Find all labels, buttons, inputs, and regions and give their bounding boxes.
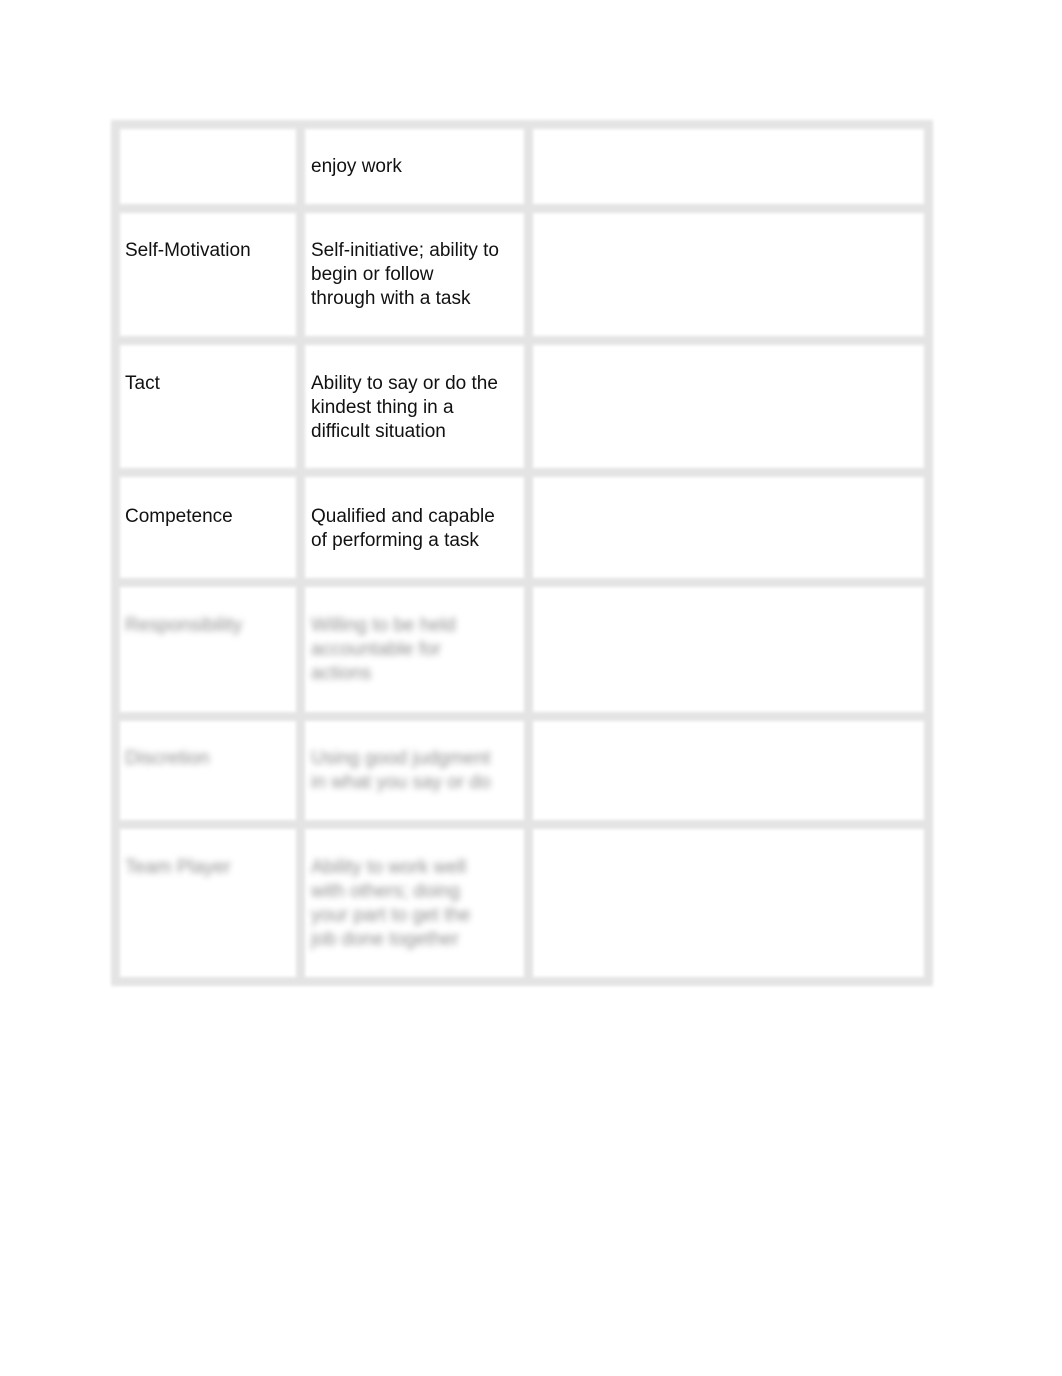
definition-cell: enjoy work xyxy=(311,156,402,177)
definition-cell: Qualified and capable of performing a ta… xyxy=(311,506,495,551)
trait-cell: Responsibility xyxy=(125,615,243,636)
definition-cell: Willing to be held accountable for actio… xyxy=(311,615,456,684)
document-page: enjoy work Self-Motivation Self-initiati… xyxy=(0,0,1062,1376)
trait-cell: Team Player xyxy=(125,857,231,878)
traits-table: enjoy work Self-Motivation Self-initiati… xyxy=(111,120,933,986)
definition-cell: Ability to say or do the kindest thing i… xyxy=(311,373,498,442)
definition-cell: Using good judgment in what you say or d… xyxy=(311,748,491,793)
trait-cell: Self-Motivation xyxy=(125,240,251,261)
definition-cell: Ability to work well with others; doing … xyxy=(311,857,471,950)
definition-cell: Self-initiative; ability to begin or fol… xyxy=(311,240,499,309)
trait-cell: Competence xyxy=(125,506,233,527)
trait-cell: Discretion xyxy=(125,748,210,769)
trait-cell: Tact xyxy=(125,373,160,394)
